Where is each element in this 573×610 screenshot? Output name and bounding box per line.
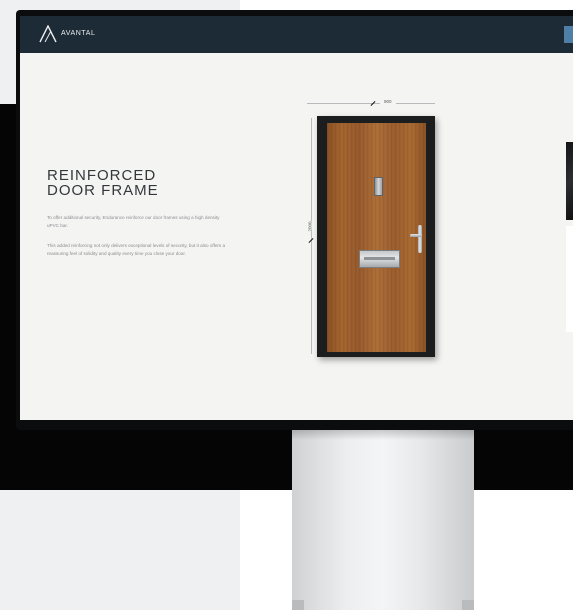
- next-slide-image[interactable]: [566, 142, 573, 220]
- door-viewer-icon: [374, 177, 383, 196]
- height-dimension-line: [311, 118, 312, 354]
- description-paragraph-1: To offer additional security, Endurance …: [47, 215, 220, 228]
- height-dimension-label: 2000: [305, 221, 315, 232]
- monitor-stand-foot-left: [292, 600, 304, 610]
- site-navbar: AVANTAL: [20, 16, 573, 53]
- door-handle-plate: [418, 225, 422, 253]
- section-heading: REINFORCED DOOR FRAME: [47, 168, 159, 198]
- avantal-logo-icon[interactable]: [39, 25, 59, 43]
- nav-cta-button[interactable]: [564, 26, 573, 43]
- monitor-stand-foot-right: [462, 600, 474, 610]
- background-light-bottom: [0, 490, 240, 610]
- door-letterplate: [359, 250, 400, 268]
- description-paragraph-2: This added reinforcing not only delivers…: [47, 243, 226, 256]
- door-handle-icon: [410, 234, 422, 237]
- door-wood-grain: [327, 123, 426, 352]
- heading-line-2: DOOR FRAME: [47, 182, 159, 199]
- brand-name[interactable]: AVANTAL: [61, 30, 96, 37]
- monitor-stand-shadow: [292, 430, 474, 440]
- width-dimension-label: 900: [380, 99, 396, 104]
- heading-line-1: REINFORCED: [47, 167, 157, 184]
- next-slide-card[interactable]: [566, 226, 573, 332]
- monitor-stand: [292, 430, 474, 610]
